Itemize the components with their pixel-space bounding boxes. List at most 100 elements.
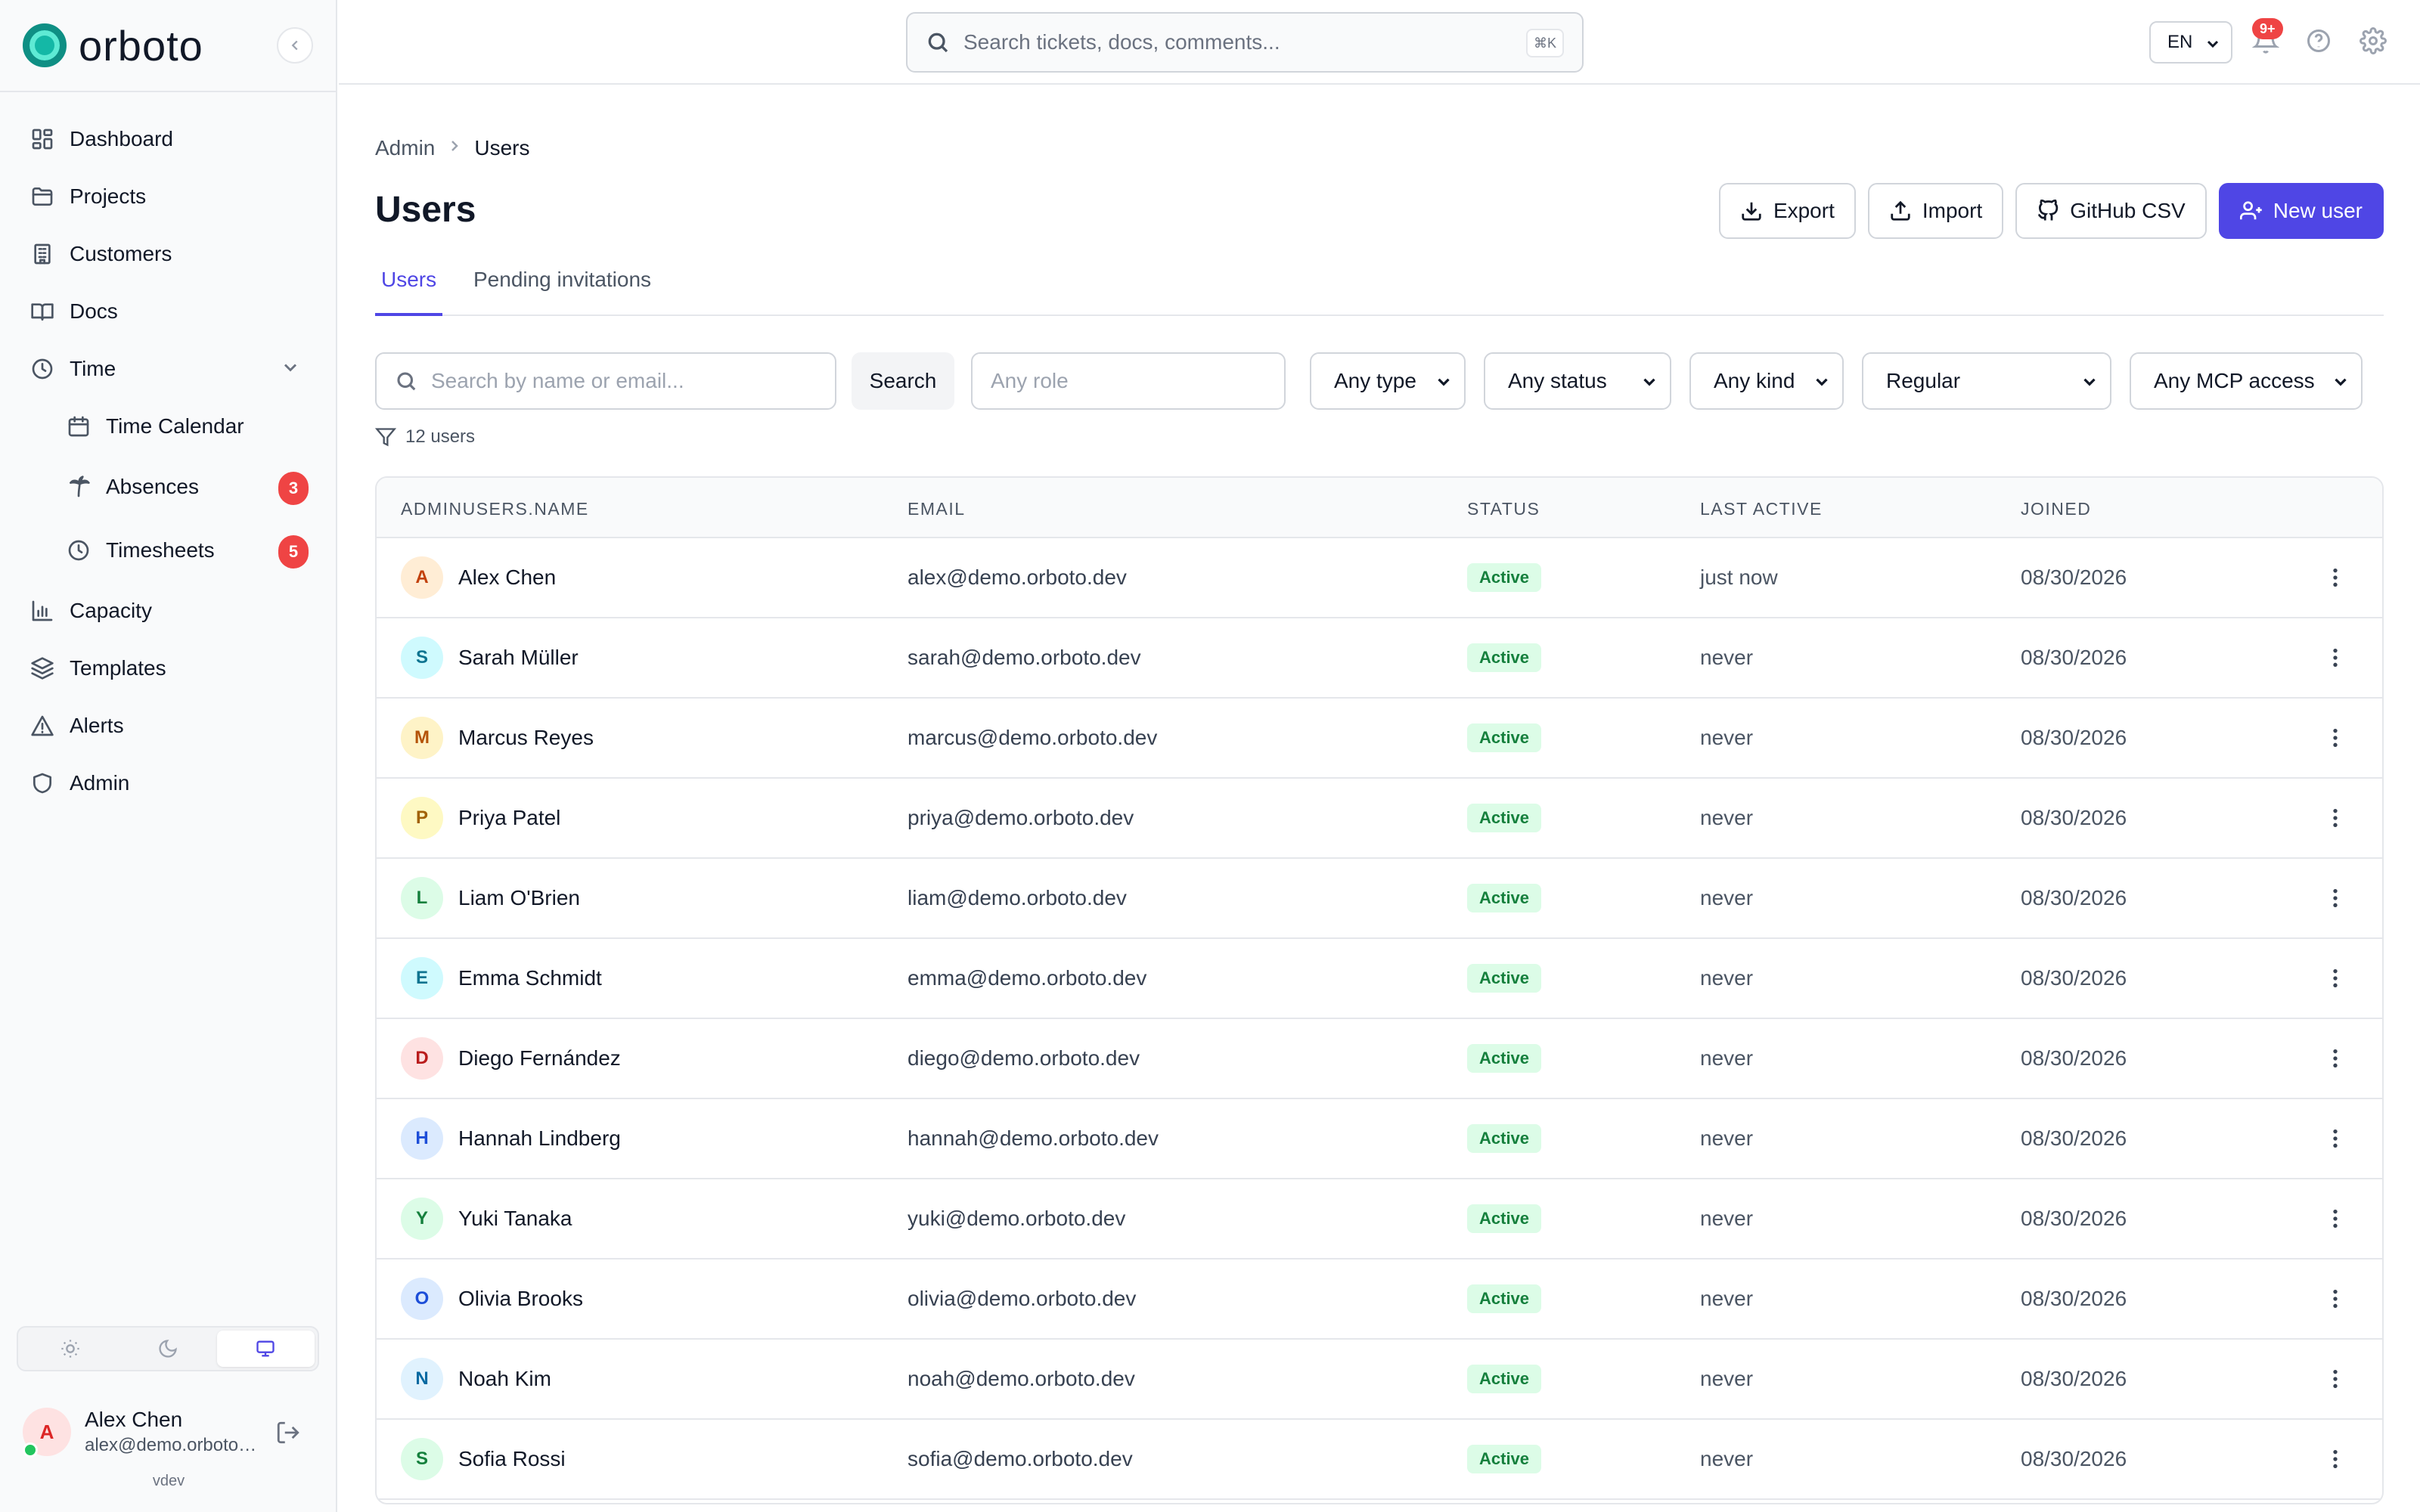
sidebar-item-customers[interactable]: Customers bbox=[15, 231, 321, 277]
row-actions-button[interactable] bbox=[2323, 699, 2347, 777]
row-actions-button[interactable] bbox=[2323, 538, 2347, 617]
table-row[interactable]: L Liam O'Brien liam@demo.orboto.dev Active n… bbox=[377, 859, 2382, 939]
chevron-down-icon[interactable] bbox=[280, 357, 301, 382]
sidebar-item-label: Templates bbox=[70, 656, 166, 680]
user-name[interactable]: Olivia Brooks bbox=[458, 1287, 583, 1311]
user-name[interactable]: Priya Patel bbox=[458, 806, 560, 830]
sidebar-item-timesheets[interactable]: Timesheets 5 bbox=[15, 528, 321, 573]
table-row[interactable]: H Hannah Lindberg hannah@demo.orboto.dev Ac… bbox=[377, 1099, 2382, 1179]
user-name[interactable]: Marcus Reyes bbox=[458, 726, 594, 750]
user-name[interactable]: Noah Kim bbox=[458, 1367, 551, 1391]
sidebar-item-time[interactable]: Time bbox=[15, 346, 321, 392]
row-actions-button[interactable] bbox=[2323, 1259, 2347, 1338]
sidebar-item-capacity[interactable]: Capacity bbox=[15, 588, 321, 634]
help-button[interactable] bbox=[2305, 27, 2335, 57]
new-user-button[interactable]: New user bbox=[2218, 183, 2384, 239]
column-header-last-active[interactable]: LAST ACTIVE bbox=[1700, 499, 1823, 519]
user-name[interactable]: Sarah Müller bbox=[458, 646, 579, 670]
sidebar-item-alerts[interactable]: Alerts bbox=[15, 703, 321, 748]
sidebar-item-dashboard[interactable]: Dashboard bbox=[15, 116, 321, 162]
breadcrumb-admin-link[interactable]: Admin bbox=[375, 136, 435, 160]
current-user[interactable]: A Alex Chen alex@demo.orboto.dev bbox=[23, 1405, 318, 1465]
joined-date: 08/30/2026 bbox=[2021, 1207, 2127, 1230]
tab-pending-invitations[interactable]: Pending invitations bbox=[467, 257, 657, 316]
sidebar-item-time-calendar[interactable]: Time Calendar bbox=[15, 404, 321, 449]
status-filter-select[interactable]: Any status bbox=[1484, 352, 1671, 410]
column-header-email[interactable]: EMAIL bbox=[908, 499, 966, 519]
sidebar-item-docs[interactable]: Docs bbox=[15, 289, 321, 334]
user-email: priya@demo.orboto.dev bbox=[908, 806, 1134, 829]
settings-button[interactable] bbox=[2360, 27, 2390, 57]
column-header-name[interactable]: ADMINUSERS.NAME bbox=[401, 499, 589, 519]
collapse-sidebar-button[interactable] bbox=[277, 27, 313, 64]
dark-theme-button[interactable] bbox=[119, 1331, 216, 1367]
user-name[interactable]: Yuki Tanaka bbox=[458, 1207, 572, 1231]
logout-button[interactable] bbox=[275, 1420, 301, 1449]
light-theme-button[interactable] bbox=[21, 1331, 119, 1367]
user-search-input[interactable]: Search by name or email... bbox=[375, 352, 836, 410]
kind-filter-select[interactable]: Any kind bbox=[1689, 352, 1844, 410]
sidebar-item-label: Time bbox=[70, 357, 116, 380]
system-theme-button[interactable] bbox=[216, 1331, 315, 1367]
sidebar-item-admin[interactable]: Admin bbox=[15, 761, 321, 806]
mcp-access-filter-select[interactable]: Any MCP access bbox=[2130, 352, 2363, 410]
export-button[interactable]: Export bbox=[1718, 183, 1856, 239]
status-cell: Active bbox=[1467, 1340, 1542, 1418]
user-name[interactable]: Alex Chen bbox=[458, 565, 556, 590]
role-placeholder: Any role bbox=[991, 369, 1069, 392]
table-row[interactable]: E Emma Schmidt emma@demo.orboto.dev Active n… bbox=[377, 939, 2382, 1019]
search-button[interactable]: Search bbox=[852, 352, 954, 410]
more-vertical-icon bbox=[2333, 1210, 2338, 1228]
user-name[interactable]: Emma Schmidt bbox=[458, 966, 602, 990]
table-row[interactable]: A Alex Chen alex@demo.orboto.dev Active just… bbox=[377, 538, 2382, 618]
user-name[interactable]: Sofia Rossi bbox=[458, 1447, 566, 1471]
table-row[interactable]: S Sofia Rossi sofia@demo.orboto.dev Active n… bbox=[377, 1420, 2382, 1500]
column-header-joined[interactable]: JOINED bbox=[2021, 499, 2091, 519]
table-body: A Alex Chen alex@demo.orboto.dev Active just… bbox=[377, 538, 2382, 1500]
row-actions-button[interactable] bbox=[2323, 1099, 2347, 1178]
sidebar-item-templates[interactable]: Templates bbox=[15, 646, 321, 691]
brand[interactable]: orboto bbox=[23, 18, 203, 73]
row-actions-button[interactable] bbox=[2323, 859, 2347, 937]
calendar-icon bbox=[65, 413, 92, 440]
user-name[interactable]: Liam O'Brien bbox=[458, 886, 580, 910]
table-row[interactable]: N Noah Kim noah@demo.orboto.dev Active never… bbox=[377, 1340, 2382, 1420]
type-filter-select[interactable]: Any type bbox=[1310, 352, 1466, 410]
absences-count-badge: 3 bbox=[278, 472, 309, 505]
status-badge: Active bbox=[1467, 804, 1542, 832]
sidebar-item-projects[interactable]: Projects bbox=[15, 174, 321, 219]
row-actions-button[interactable] bbox=[2323, 939, 2347, 1018]
sidebar-item-label: Projects bbox=[70, 184, 147, 208]
table-row[interactable]: P Priya Patel priya@demo.orboto.dev Active n… bbox=[377, 779, 2382, 859]
row-actions-button[interactable] bbox=[2323, 1420, 2347, 1498]
row-actions-button[interactable] bbox=[2323, 618, 2347, 697]
status-badge: Active bbox=[1467, 964, 1542, 993]
tab-users[interactable]: Users bbox=[375, 257, 443, 316]
user-name[interactable]: Hannah Lindberg bbox=[458, 1126, 621, 1151]
global-search-input[interactable]: Search tickets, docs, comments... ⌘K bbox=[906, 12, 1584, 73]
row-actions-button[interactable] bbox=[2323, 779, 2347, 857]
page-title: Users bbox=[375, 190, 476, 230]
table-row[interactable]: D Diego Fernández diego@demo.orboto.dev Act… bbox=[377, 1019, 2382, 1099]
import-button[interactable]: Import bbox=[1867, 183, 2004, 239]
table-row[interactable]: S Sarah Müller sarah@demo.orboto.dev Active… bbox=[377, 618, 2382, 699]
regular-filter-select[interactable]: Regular bbox=[1862, 352, 2111, 410]
table-row[interactable]: M Marcus Reyes marcus@demo.orboto.dev Activ… bbox=[377, 699, 2382, 779]
status-cell: Active bbox=[1467, 1420, 1542, 1498]
row-actions-button[interactable] bbox=[2323, 1340, 2347, 1418]
status-cell: Active bbox=[1467, 939, 1542, 1018]
status-badge: Active bbox=[1467, 563, 1542, 592]
language-select[interactable]: EN bbox=[2149, 21, 2232, 64]
user-name[interactable]: Diego Fernández bbox=[458, 1046, 621, 1070]
sidebar-item-absences[interactable]: Absences 3 bbox=[15, 464, 321, 510]
row-actions-button[interactable] bbox=[2323, 1019, 2347, 1098]
table-row[interactable]: Y Yuki Tanaka yuki@demo.orboto.dev Active ne… bbox=[377, 1179, 2382, 1259]
table-header: ADMINUSERS.NAME EMAIL STATUS LAST ACTIVE… bbox=[377, 478, 2382, 538]
row-actions-button[interactable] bbox=[2323, 1179, 2347, 1258]
upload-icon bbox=[1891, 200, 1910, 221]
breadcrumb-current: Users bbox=[474, 136, 530, 160]
role-filter-input[interactable]: Any role bbox=[971, 352, 1286, 410]
column-header-status[interactable]: STATUS bbox=[1467, 499, 1540, 519]
table-row[interactable]: O Olivia Brooks olivia@demo.orboto.dev Acti… bbox=[377, 1259, 2382, 1340]
github-csv-button[interactable]: GitHub CSV bbox=[2015, 183, 2207, 239]
